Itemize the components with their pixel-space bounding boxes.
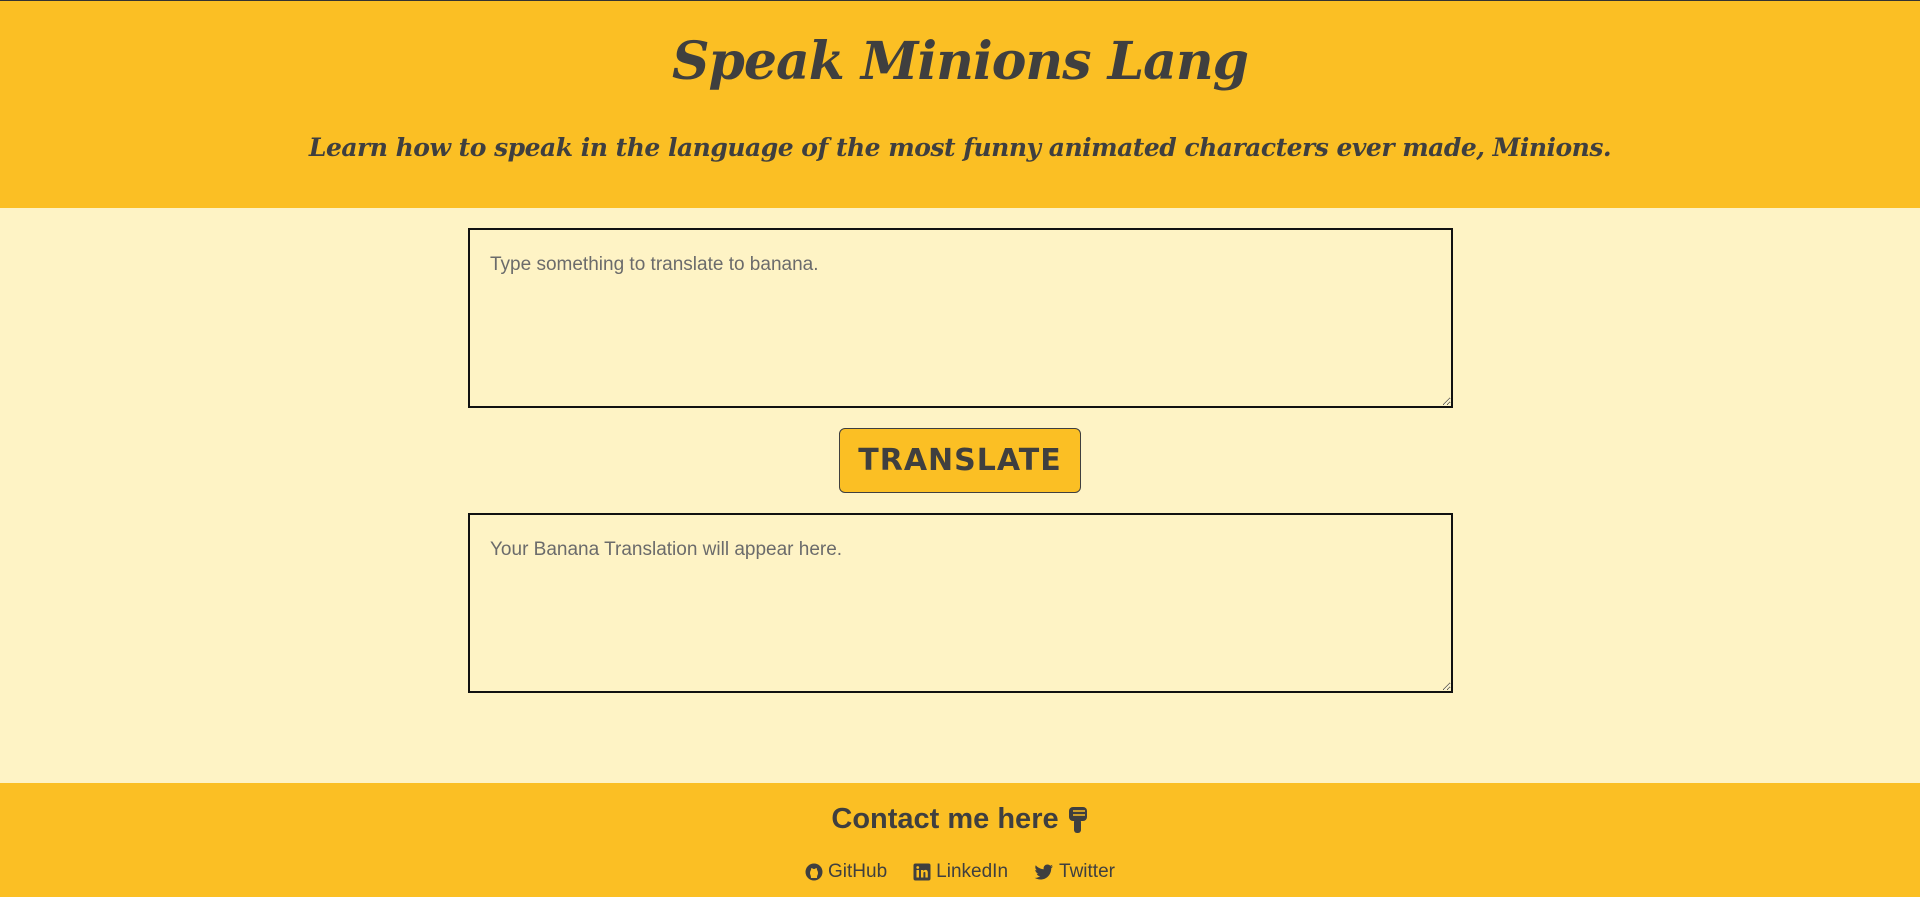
- input-textarea[interactable]: [468, 228, 1453, 408]
- site-header: Speak Minions Lang Learn how to speak in…: [0, 0, 1920, 208]
- site-footer: Contact me here GitHub LinkedIn Twitter: [0, 783, 1920, 897]
- twitter-link[interactable]: Twitter: [1034, 861, 1115, 883]
- github-label: GitHub: [828, 861, 888, 882]
- page-title: Speak Minions Lang: [672, 31, 1249, 92]
- translate-button[interactable]: TRANSLATE: [839, 428, 1081, 493]
- contact-heading: Contact me here: [0, 803, 1920, 836]
- contact-heading-text: Contact me here: [831, 803, 1059, 835]
- hand-pointing-down-icon: [1067, 805, 1089, 835]
- linkedin-label: LinkedIn: [936, 861, 1009, 882]
- output-textarea[interactable]: [468, 513, 1453, 693]
- social-links: GitHub LinkedIn Twitter: [0, 861, 1920, 883]
- linkedin-link[interactable]: LinkedIn: [913, 861, 1008, 883]
- github-icon: [805, 863, 823, 881]
- github-link[interactable]: GitHub: [805, 861, 887, 883]
- translator-main: TRANSLATE: [0, 208, 1920, 783]
- twitter-label: Twitter: [1059, 861, 1115, 882]
- page-subtitle: Learn how to speak in the language of th…: [308, 133, 1612, 162]
- linkedin-icon: [913, 863, 931, 881]
- twitter-icon: [1034, 863, 1054, 881]
